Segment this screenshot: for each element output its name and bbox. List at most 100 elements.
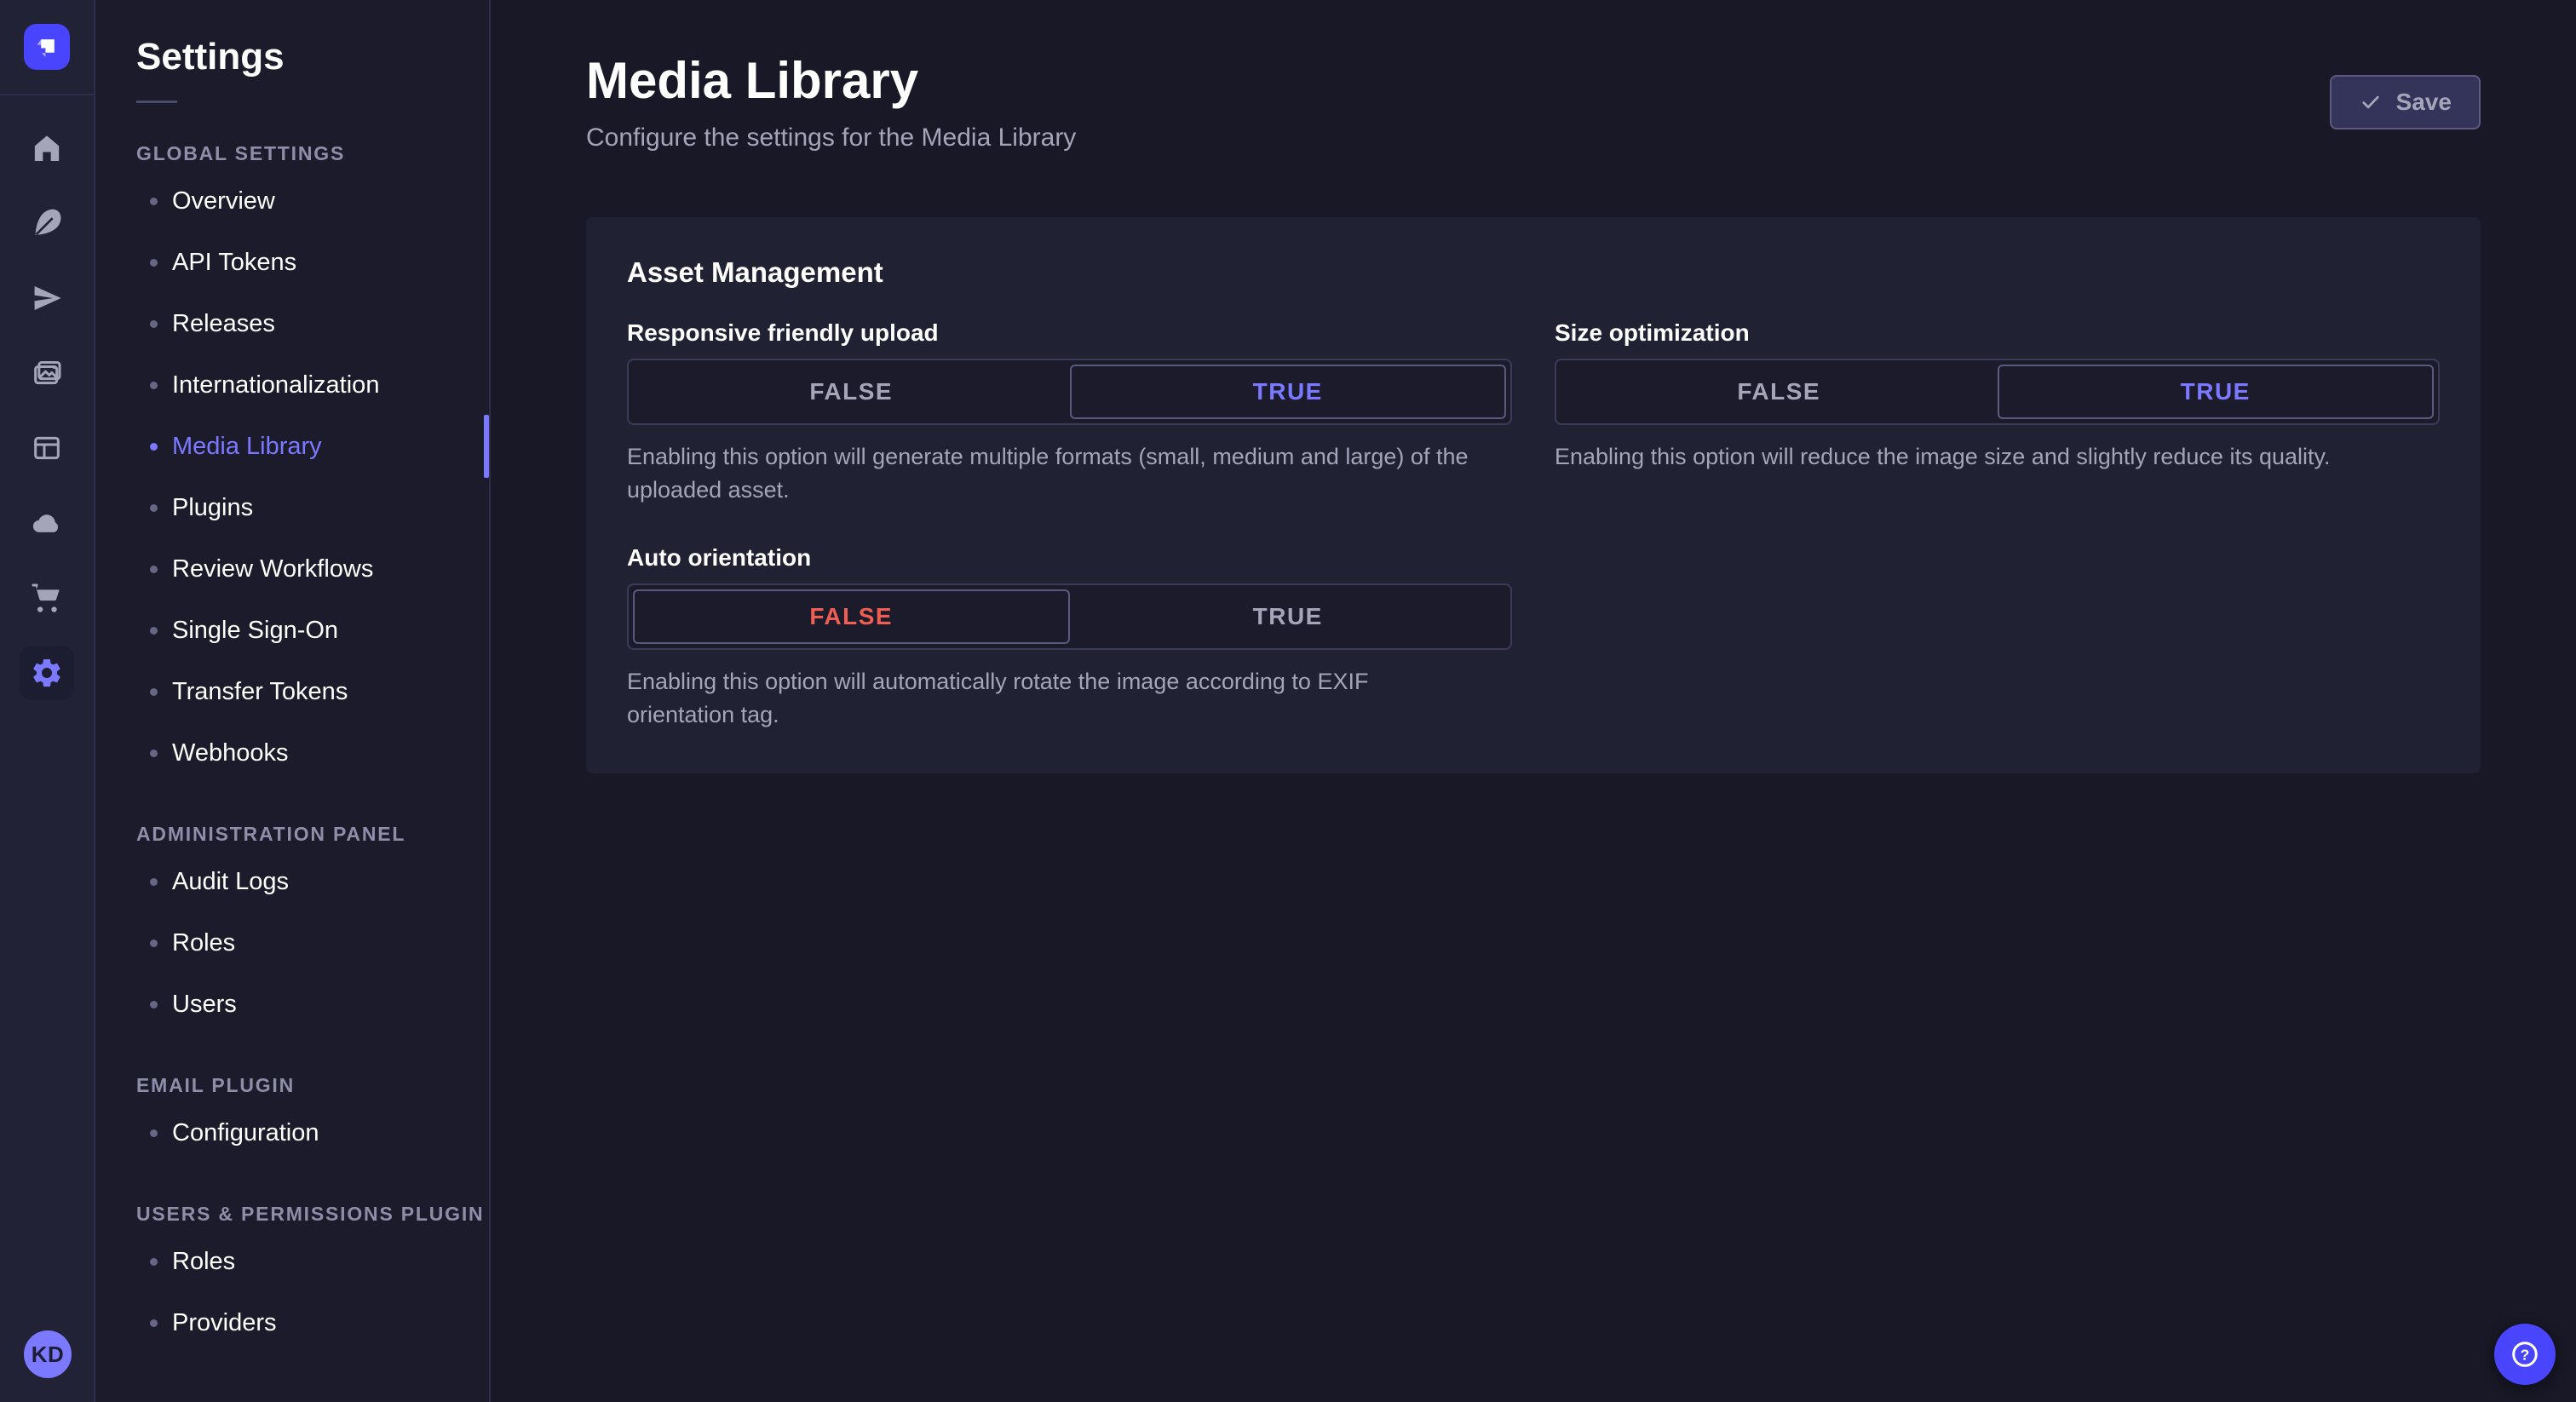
toggle-option-true[interactable]: TRUE xyxy=(1069,365,1506,419)
page-header-text: Media Library Configure the settings for… xyxy=(586,51,1076,152)
bullet-icon xyxy=(150,319,158,328)
bullet-icon xyxy=(150,1257,158,1266)
subnav-item-label: Transfer Tokens xyxy=(172,677,348,705)
subnav-item-label: Providers xyxy=(172,1308,277,1336)
svg-text:?: ? xyxy=(2521,1346,2530,1363)
paper-plane-icon[interactable] xyxy=(20,271,74,325)
cart-icon[interactable] xyxy=(20,571,74,625)
subnav-item-label: Roles xyxy=(172,928,236,957)
save-button-label: Save xyxy=(2395,88,2452,115)
bullet-icon xyxy=(150,565,158,573)
save-button[interactable]: Save xyxy=(2329,74,2481,129)
images-icon[interactable] xyxy=(20,346,74,400)
subnav-item-label: Plugins xyxy=(172,493,254,521)
section-label-users-permissions-plugin: USERS & PERMISSIONS PLUGIN xyxy=(136,1203,485,1225)
gear-icon[interactable] xyxy=(20,646,74,700)
subnav-item-providers[interactable]: Providers xyxy=(95,1292,489,1353)
toggle-option-false[interactable]: FALSE xyxy=(633,365,1070,419)
field-auto-orientation: Auto orientation FALSE TRUE Enabling thi… xyxy=(627,544,1512,732)
subnav-item-label: Media Library xyxy=(172,432,322,460)
rail-icon-list xyxy=(20,121,74,700)
subnav-item-label: Single Sign-On xyxy=(172,616,339,644)
subnav-item-label: Audit Logs xyxy=(172,867,290,895)
bullet-icon xyxy=(150,503,158,512)
subnav-item-review-workflows[interactable]: Review Workflows xyxy=(95,538,489,600)
main-content: Media Library Configure the settings for… xyxy=(491,0,2576,1402)
home-icon[interactable] xyxy=(20,121,74,175)
help-button[interactable]: ? xyxy=(2494,1324,2556,1385)
asset-management-card: Asset Management Responsive friendly upl… xyxy=(586,217,2481,773)
subnav-item-webhooks[interactable]: Webhooks xyxy=(95,722,489,784)
nav-list-email-plugin: Configuration xyxy=(95,1102,489,1164)
subnav-item-users[interactable]: Users xyxy=(95,974,489,1035)
subnav-item-transfer-tokens[interactable]: Transfer Tokens xyxy=(95,661,489,722)
toggle-option-true[interactable]: TRUE xyxy=(1070,589,1507,644)
field-size-optimization: Size optimization FALSE TRUE Enabling th… xyxy=(1555,319,2440,507)
subnav-item-label: Overview xyxy=(172,187,275,215)
toggle-option-false[interactable]: FALSE xyxy=(633,589,1070,645)
feather-icon[interactable] xyxy=(20,196,74,250)
toggle-option-false[interactable]: FALSE xyxy=(1561,365,1998,419)
settings-subnav: Settings GLOBAL SETTINGS Overview API To… xyxy=(95,0,491,1402)
subnav-item-label: Webhooks xyxy=(172,738,289,767)
subnav-title: Settings xyxy=(136,36,285,78)
page-title: Media Library xyxy=(586,52,919,109)
subnav-item-label: Roles xyxy=(172,1247,236,1275)
logo-container xyxy=(0,0,95,95)
section-label-administration-panel: ADMINISTRATION PANEL xyxy=(136,823,406,845)
responsive-friendly-upload-toggle: FALSE TRUE xyxy=(627,359,1512,425)
nav-list-global-settings: Overview API Tokens Releases Internation… xyxy=(95,170,489,784)
settings-fields-grid: Responsive friendly upload FALSE TRUE En… xyxy=(627,319,2440,733)
bullet-icon xyxy=(150,442,158,451)
check-icon xyxy=(2362,95,2379,108)
subnav-item-single-sign-on[interactable]: Single Sign-On xyxy=(95,600,489,661)
nav-list-users-permissions-plugin: Roles Providers xyxy=(95,1231,489,1353)
subnav-item-admin-roles[interactable]: Roles xyxy=(95,912,489,974)
user-avatar[interactable]: KD xyxy=(24,1330,72,1378)
bullet-icon xyxy=(150,258,158,267)
field-hint: Enabling this option will reduce the ima… xyxy=(1555,444,2331,469)
strapi-logo-icon[interactable] xyxy=(24,24,70,70)
field-label: Size optimization xyxy=(1555,319,1750,346)
subnav-item-audit-logs[interactable]: Audit Logs xyxy=(95,851,489,912)
subnav-item-internationalization[interactable]: Internationalization xyxy=(95,354,489,416)
field-label: Responsive friendly upload xyxy=(627,319,939,346)
nav-list-administration-panel: Audit Logs Roles Users xyxy=(95,851,489,1035)
subnav-item-media-library[interactable]: Media Library xyxy=(95,416,489,477)
subnav-item-releases[interactable]: Releases xyxy=(95,293,489,354)
subnav-item-label: Releases xyxy=(172,309,275,337)
size-optimization-toggle: FALSE TRUE xyxy=(1555,359,2440,425)
card-title: Asset Management xyxy=(627,256,883,288)
subnav-divider xyxy=(136,101,177,103)
field-hint: Enabling this option will automatically … xyxy=(627,669,1369,728)
bullet-icon xyxy=(150,939,158,947)
subnav-item-label: Users xyxy=(172,990,237,1018)
icon-rail: KD xyxy=(0,0,95,1402)
bullet-icon xyxy=(150,381,158,389)
auto-orientation-toggle: FALSE TRUE xyxy=(627,583,1512,651)
field-hint: Enabling this option will generate multi… xyxy=(627,444,1469,503)
bullet-icon xyxy=(150,1000,158,1008)
page-subtitle: Configure the settings for the Media Lib… xyxy=(586,124,1077,152)
cloud-icon[interactable] xyxy=(20,496,74,550)
bullet-icon xyxy=(150,749,158,757)
layout-icon[interactable] xyxy=(20,421,74,475)
bullet-icon xyxy=(150,877,158,886)
field-label: Auto orientation xyxy=(627,544,812,572)
subnav-item-api-tokens[interactable]: API Tokens xyxy=(95,232,489,293)
section-label-email-plugin: EMAIL PLUGIN xyxy=(136,1074,296,1096)
field-responsive-friendly-upload: Responsive friendly upload FALSE TRUE En… xyxy=(627,319,1512,507)
subnav-item-label: API Tokens xyxy=(172,248,297,276)
subnav-item-label: Configuration xyxy=(172,1118,319,1146)
bullet-icon xyxy=(150,626,158,635)
subnav-item-plugins[interactable]: Plugins xyxy=(95,477,489,538)
toggle-option-true[interactable]: TRUE xyxy=(1997,365,2434,419)
subnav-item-configuration[interactable]: Configuration xyxy=(95,1102,489,1164)
question-icon: ? xyxy=(2512,1342,2538,1367)
subnav-item-overview[interactable]: Overview xyxy=(95,170,489,232)
subnav-item-up-roles[interactable]: Roles xyxy=(95,1231,489,1292)
subnav-item-label: Review Workflows xyxy=(172,554,374,583)
subnav-item-label: Internationalization xyxy=(172,371,380,399)
bullet-icon xyxy=(150,1129,158,1137)
bullet-icon xyxy=(150,197,158,205)
